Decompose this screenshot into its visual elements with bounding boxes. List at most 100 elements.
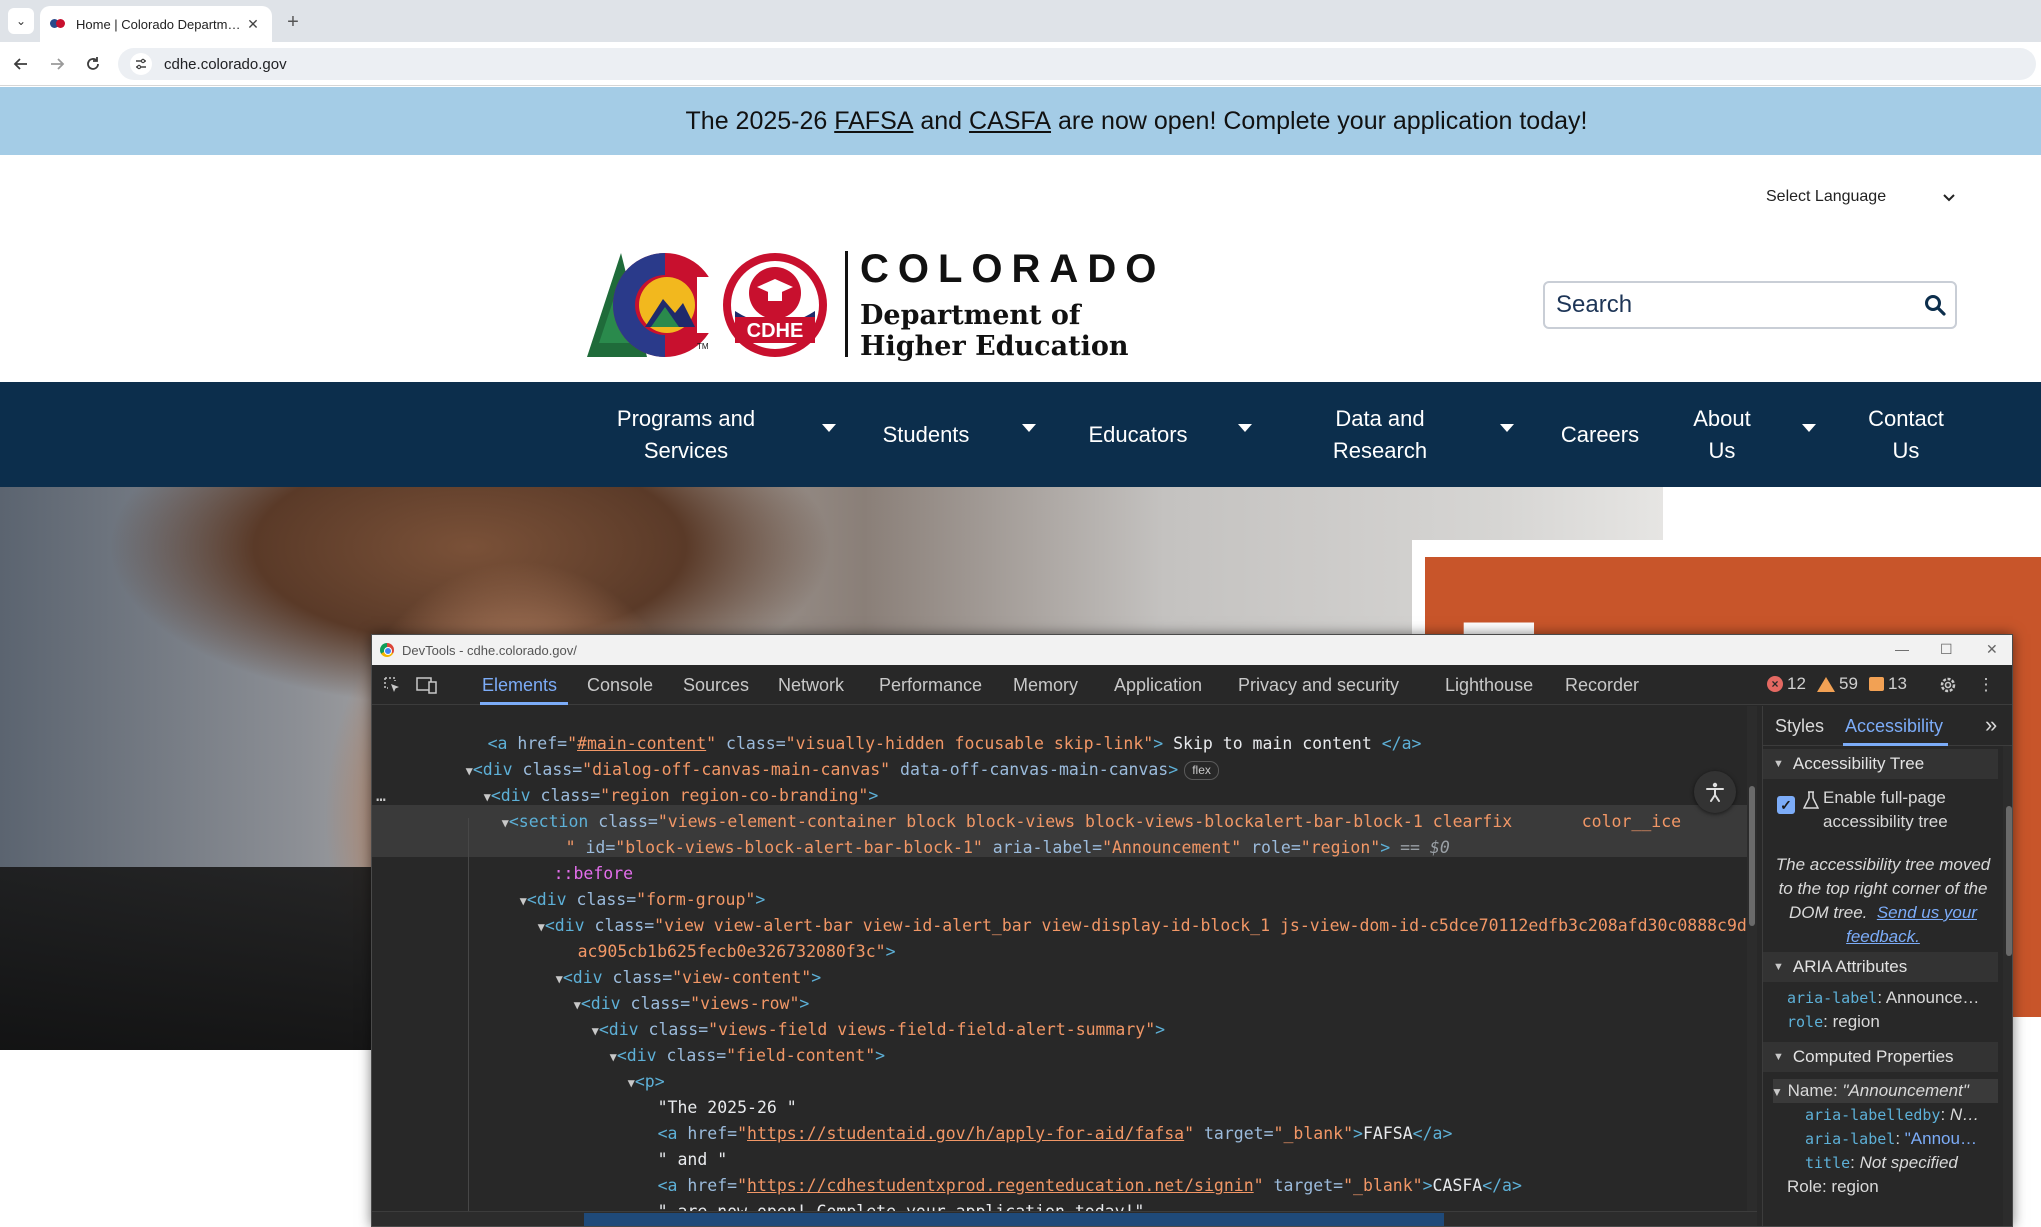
dom-line-form-group[interactable]: ▼<div class="form-group"> [384, 861, 766, 909]
aria-label-row[interactable]: aria-label: Announce… [1787, 986, 1979, 1010]
computed-name-row[interactable]: ▼ Name: "Announcement" [1771, 1079, 1969, 1104]
address-bar[interactable]: cdhe.colorado.gov [118, 48, 2036, 80]
tab-memory[interactable]: Memory [1013, 675, 1078, 696]
accessibility-tree-header[interactable]: ▼ Accessibility Tree [1763, 749, 1998, 779]
dom-line-before[interactable]: ::before [384, 835, 633, 883]
dom-line-text-1[interactable]: "The 2025-26 " [384, 1069, 797, 1117]
caret-down-icon[interactable] [1022, 424, 1036, 432]
devtools-titlebar: DevTools - cdhe.colorado.gov/ — ☐ ✕ [372, 635, 2012, 665]
site-search-input[interactable]: Search [1543, 281, 1957, 329]
dom-line-casfa-link[interactable]: <a href="https://cdhestudentxprod.regent… [384, 1147, 1522, 1195]
dom-line-co-branding[interactable]: ▼<div class="region region-co-branding"> [384, 757, 879, 805]
more-tabs-icon[interactable]: » [1985, 712, 1997, 738]
back-icon[interactable] [8, 51, 34, 77]
device-toolbar-icon[interactable] [415, 673, 439, 697]
active-tab-indicator [480, 702, 568, 705]
role-row[interactable]: role: region [1787, 1010, 1880, 1034]
fafsa-link[interactable]: FAFSA [834, 107, 913, 136]
dom-line-views-field[interactable]: ▼<div class="views-field views-field-fie… [384, 991, 1166, 1039]
chevron-down-icon: ⌄ [15, 14, 27, 28]
dom-line-view-alert-bar[interactable]: ▼<div class="view view-alert-bar view-id… [384, 887, 1757, 935]
nav-careers[interactable]: Careers [1550, 382, 1650, 487]
casfa-link[interactable]: CASFA [969, 107, 1051, 136]
aria-labelledby-row[interactable]: aria-labelledby: N… [1805, 1103, 1979, 1127]
nav-educators[interactable]: Educators [1078, 382, 1198, 487]
accessibility-tree-toggle-icon[interactable] [1694, 771, 1736, 813]
tab-sources[interactable]: Sources [683, 675, 749, 696]
aria-attributes-header[interactable]: ▼ ARIA Attributes [1763, 952, 1998, 982]
caret-down-icon[interactable] [1500, 424, 1514, 432]
settings-gear-icon[interactable] [1936, 673, 1960, 697]
logo-divider [845, 251, 848, 357]
computed-properties-header[interactable]: ▼ Computed Properties [1763, 1042, 1998, 1072]
tab-lighthouse[interactable]: Lighthouse [1445, 675, 1533, 696]
error-count-badge[interactable]: × 12 [1767, 674, 1806, 694]
nav-programs-and-services[interactable]: Programs and Services [600, 382, 772, 487]
more-options-icon[interactable]: ⋮ [1974, 673, 1998, 697]
dom-line-section[interactable]: ▼<section class="views-element-container… [384, 783, 1681, 831]
flex-badge[interactable]: flex [1184, 761, 1219, 780]
dom-line-field-content[interactable]: ▼<div class="field-content"> [384, 1017, 885, 1065]
site-header: Select Language TM CDHE COLORADO Departm… [0, 155, 2041, 382]
dom-scrollbar[interactable] [1747, 706, 1757, 1226]
browser-tabstrip: ⌄ Home | Colorado Department of Higher E… [0, 0, 2041, 42]
tab-search-button[interactable]: ⌄ [8, 8, 34, 34]
tab-recorder[interactable]: Recorder [1565, 675, 1639, 696]
dom-line-text-3[interactable]: " are now open! Complete your applicatio… [384, 1173, 1145, 1221]
announcement-bar: The 2025-26 FAFSA and CASFA are now open… [0, 87, 2041, 155]
elements-dom-tree[interactable]: <a href="#main-content" class="visually-… [372, 706, 1757, 1226]
tab-application[interactable]: Application [1114, 675, 1202, 696]
dom-line-p[interactable]: ▼<p> [384, 1043, 665, 1091]
nav-about-us[interactable]: About Us [1680, 382, 1764, 487]
tab-accessibility[interactable]: Accessibility [1845, 716, 1943, 737]
forward-icon[interactable] [44, 51, 70, 77]
title-row[interactable]: title: Not specified [1805, 1151, 1958, 1175]
nav-contact-us[interactable]: Contact Us [1856, 382, 1956, 487]
nav-data-and-research[interactable]: Data and Research [1318, 382, 1442, 487]
tab-styles[interactable]: Styles [1775, 716, 1824, 737]
enable-full-page-checkbox[interactable]: ✓ [1777, 796, 1795, 814]
issue-count-badge[interactable]: 13 [1869, 674, 1907, 694]
tab-network[interactable]: Network [778, 675, 844, 696]
caret-down-icon[interactable] [822, 424, 836, 432]
dom-line-fafsa-link[interactable]: <a href="https://studentaid.gov/h/apply-… [384, 1095, 1453, 1143]
tab-performance[interactable]: Performance [879, 675, 982, 696]
browser-toolbar: cdhe.colorado.gov [0, 42, 2041, 86]
warning-count-badge[interactable]: 59 [1817, 674, 1858, 694]
feedback-link[interactable]: Send us your [1877, 903, 1977, 922]
dom-line-main-canvas[interactable]: ▼<div class="dialog-off-canvas-main-canv… [384, 731, 1219, 780]
dom-line-view-alert-bar-cont[interactable]: ac905cb1b625fecb0e326732080f3c"> [384, 913, 896, 961]
breadcrumb-selected[interactable] [584, 1213, 1444, 1226]
scrollbar-thumb[interactable] [2006, 806, 2012, 956]
expand-triangle-icon[interactable]: ▼ [1771, 1085, 1783, 1099]
caret-down-icon[interactable] [1238, 424, 1252, 432]
search-icon[interactable] [1915, 294, 1955, 316]
computed-aria-label-row[interactable]: aria-label: "Annou… [1805, 1127, 1977, 1151]
inspect-element-icon[interactable] [380, 673, 404, 697]
language-select[interactable]: Select Language [1766, 188, 1886, 206]
computed-role-row[interactable]: Role: region [1787, 1175, 1879, 1199]
minimize-icon[interactable]: — [1895, 641, 1909, 657]
tab-privacy-and-security[interactable]: Privacy and security [1238, 675, 1399, 696]
dom-line-views-row[interactable]: ▼<div class="views-row"> [384, 965, 810, 1013]
scrollbar-thumb[interactable] [1749, 786, 1755, 926]
new-tab-button[interactable]: + [280, 9, 306, 35]
logo-wordmark[interactable]: COLORADO Department of Higher Education [860, 247, 1165, 362]
tab-close-icon[interactable]: ✕ [244, 16, 262, 33]
tab-elements[interactable]: Elements [482, 675, 557, 696]
dom-line-text-2[interactable]: " and " [384, 1121, 728, 1169]
reload-icon[interactable] [80, 51, 106, 77]
browser-tab-active[interactable]: Home | Colorado Department of Higher Edu… [40, 6, 272, 42]
dom-line-view-content[interactable]: ▼<div class="view-content"> [384, 939, 822, 987]
site-settings-icon[interactable] [130, 53, 152, 75]
sidebar-scrollbar[interactable] [2003, 746, 2012, 1226]
nav-students[interactable]: Students [870, 382, 982, 487]
dom-line-skip-link[interactable]: <a href="#main-content" class="visually-… [384, 706, 1422, 753]
chevron-down-icon[interactable] [1942, 190, 1956, 208]
tab-console[interactable]: Console [587, 675, 653, 696]
maximize-icon[interactable]: ☐ [1940, 641, 1953, 658]
feedback-link-cont[interactable]: feedback. [1846, 927, 1920, 946]
close-icon[interactable]: ✕ [1986, 641, 1998, 658]
caret-down-icon[interactable] [1802, 424, 1816, 432]
dom-line-section-cont[interactable]: " id="block-views-block-alert-bar-block-… [384, 809, 1450, 857]
